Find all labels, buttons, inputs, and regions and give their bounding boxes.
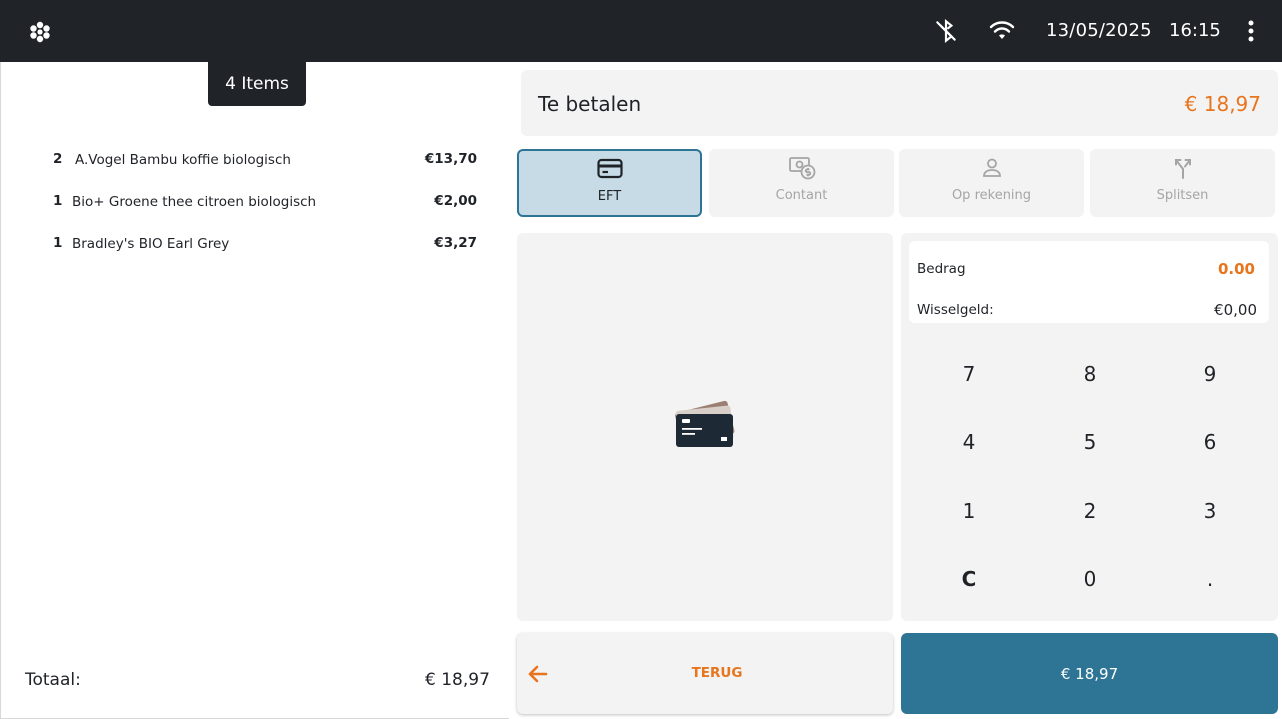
payment-method-account[interactable]: Op rekening xyxy=(899,149,1084,217)
amount-due-header: Te betalen € 18,97 xyxy=(521,70,1278,136)
payment-cards-icon xyxy=(675,400,735,447)
top-bar: 13/05/2025 16:15 xyxy=(0,0,1282,62)
keypad-key-2[interactable]: 2 xyxy=(1040,486,1140,536)
amount-label: Bedrag xyxy=(917,261,966,277)
split-icon xyxy=(1174,159,1191,179)
payment-method-label: Contant xyxy=(775,188,828,203)
item-price: €3,27 xyxy=(434,235,477,251)
amount-input-value[interactable]: 0.00 xyxy=(1218,260,1255,278)
keypad-key-8[interactable]: 8 xyxy=(1040,349,1140,399)
keypad-key-7[interactable]: 7 xyxy=(919,349,1019,399)
item-name: A.Vogel Bambu koffie biologisch xyxy=(75,152,291,168)
cart-row[interactable]: 1 Bradley's BIO Earl Grey €3,27 xyxy=(0,228,509,258)
keypad-key-decimal[interactable]: . xyxy=(1160,554,1260,604)
cart-row[interactable]: 1 Bio+ Groene thee citroen biologisch €2… xyxy=(0,186,509,216)
change-label: Wisselgeld: xyxy=(917,302,994,318)
keypad-key-5[interactable]: 5 xyxy=(1040,417,1140,467)
keypad-panel: Bedrag 0.00 Wisselgeld: €0,00 7 8 9 4 5 … xyxy=(901,233,1278,621)
total-label: Totaal: xyxy=(25,670,81,690)
items-count-badge[interactable]: 4 Items xyxy=(208,62,306,106)
item-name: Bradley's BIO Earl Grey xyxy=(72,236,230,252)
keypad-key-1[interactable]: 1 xyxy=(919,486,1019,536)
flower-logo-icon[interactable] xyxy=(28,20,52,44)
pay-button[interactable]: € 18,97 xyxy=(901,633,1278,714)
keypad-key-clear[interactable]: C xyxy=(919,554,1019,604)
time-display: 16:15 xyxy=(1169,20,1221,41)
cart-row[interactable]: 2 A.Vogel Bambu koffie biologisch €13,70 xyxy=(0,144,509,174)
payment-method-label: Splitsen xyxy=(1156,188,1209,203)
date-display: 13/05/2025 xyxy=(1046,20,1152,41)
cash-icon xyxy=(788,157,815,180)
bluetooth-off-icon[interactable] xyxy=(933,18,959,44)
amount-due-label: Te betalen xyxy=(538,92,642,116)
payment-method-split[interactable]: Splitsen xyxy=(1090,149,1275,217)
wifi-icon[interactable] xyxy=(988,19,1016,43)
payment-method-cash[interactable]: Contant xyxy=(709,149,894,217)
item-name: Bio+ Groene thee citroen biologisch xyxy=(72,194,317,210)
keypad-key-3[interactable]: 3 xyxy=(1160,486,1260,536)
back-button[interactable]: TERUG xyxy=(517,633,893,714)
keypad-key-0[interactable]: 0 xyxy=(1040,554,1140,604)
credit-card-icon xyxy=(596,158,623,179)
payment-method-label: Op rekening xyxy=(951,188,1032,203)
item-quantity: 1 xyxy=(53,235,63,251)
user-icon xyxy=(982,158,1001,177)
item-price: €13,70 xyxy=(424,151,477,167)
amount-due-value: € 18,97 xyxy=(1184,92,1261,116)
amount-entry-box: Bedrag 0.00 Wisselgeld: €0,00 xyxy=(909,241,1269,323)
more-vertical-icon[interactable] xyxy=(1240,19,1262,43)
item-price: €2,00 xyxy=(434,193,477,209)
back-button-label: TERUG xyxy=(691,665,743,681)
item-quantity: 1 xyxy=(53,193,63,209)
keypad-key-9[interactable]: 9 xyxy=(1160,349,1260,399)
change-value: €0,00 xyxy=(1214,301,1257,319)
total-value: € 18,97 xyxy=(425,670,490,690)
keypad-key-4[interactable]: 4 xyxy=(919,417,1019,467)
payment-method-label: EFT xyxy=(597,189,622,204)
card-terminal-panel xyxy=(517,233,893,621)
payment-method-eft[interactable]: EFT xyxy=(517,149,702,217)
keypad-key-6[interactable]: 6 xyxy=(1160,417,1260,467)
item-quantity: 2 xyxy=(53,151,63,167)
